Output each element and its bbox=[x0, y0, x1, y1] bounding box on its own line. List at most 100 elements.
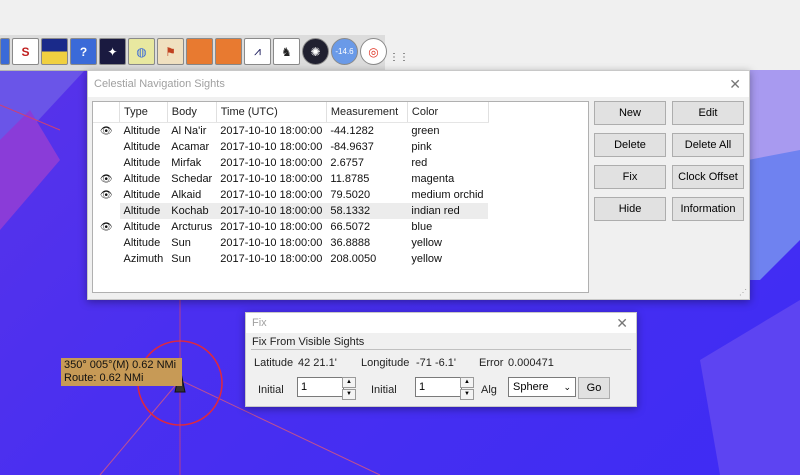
column-header-body[interactable]: Body bbox=[167, 102, 217, 123]
type-cell: Altitude bbox=[123, 221, 161, 233]
body-cell: Alkaid bbox=[171, 189, 202, 201]
longitude-value: -71 -6.1' bbox=[416, 357, 457, 369]
window-titlebar[interactable]: Celestial Navigation Sights ✕ bbox=[88, 71, 749, 97]
lifebuoy-icon[interactable]: ◎ bbox=[360, 38, 387, 65]
body-cell: Sun bbox=[171, 253, 191, 265]
visibility-cell: 👁 bbox=[93, 171, 120, 187]
sights-list[interactable]: Type Body Time (UTC) Measurement Color 👁… bbox=[92, 101, 589, 293]
color-cell: green bbox=[411, 125, 440, 137]
chart-deep-area bbox=[700, 300, 800, 475]
column-header-visibility[interactable] bbox=[93, 102, 120, 123]
sight-row[interactable]: 👁 Altitude Alkaid 2017-10-10 18:00:00 79.502… bbox=[93, 187, 488, 203]
stepper-up-icon[interactable]: ▲ bbox=[342, 377, 356, 388]
type-cell: Altitude bbox=[123, 125, 161, 137]
measurement-cell: 208.0050 bbox=[330, 253, 377, 265]
cursor-icon[interactable]: ⚑ bbox=[157, 38, 184, 65]
new-button[interactable]: New bbox=[594, 101, 666, 125]
hide-button[interactable]: Hide bbox=[594, 197, 666, 221]
latitude-label: Latitude bbox=[254, 357, 294, 369]
stepper-down-icon[interactable]: ▼ bbox=[460, 389, 474, 400]
visibility-cell bbox=[93, 251, 120, 267]
body-cell: Mirfak bbox=[171, 157, 202, 169]
folder2-icon[interactable] bbox=[215, 38, 242, 65]
gauge-icon[interactable]: -14.6 bbox=[331, 38, 358, 65]
time-cell: 2017-10-10 18:00:00 bbox=[220, 141, 323, 153]
route-s-icon[interactable]: S bbox=[12, 38, 39, 65]
stepper-up-icon[interactable]: ▲ bbox=[460, 377, 474, 388]
compass-icon[interactable]: ✺ bbox=[302, 38, 329, 65]
eye-icon[interactable]: 👁 bbox=[100, 126, 113, 137]
initial-lon-label: Initial bbox=[371, 384, 397, 396]
stepper-arrows: ▲ ▼ bbox=[342, 377, 356, 400]
body-cell: Sun bbox=[171, 237, 191, 249]
sight-row[interactable]: Altitude Acamar 2017-10-10 18:00:00 -84.963… bbox=[93, 139, 488, 155]
initial-lat-field[interactable]: 1 bbox=[297, 377, 344, 397]
fix-group-title: Fix From Visible Sights bbox=[252, 336, 365, 348]
time-cell: 2017-10-10 18:00:00 bbox=[220, 189, 323, 201]
measurement-cell: 11.8785 bbox=[330, 173, 370, 185]
sight-row[interactable]: Altitude Mirfak 2017-10-10 18:00:00 2.6757 r… bbox=[93, 155, 488, 171]
alg-select-value: Sphere bbox=[513, 381, 549, 393]
route-icon[interactable] bbox=[0, 38, 10, 65]
error-label: Error bbox=[479, 357, 504, 369]
toolbar-overflow[interactable]: ⋮⋮ bbox=[389, 38, 409, 63]
resize-grip-icon[interactable]: ⋰ bbox=[739, 288, 747, 297]
sky-icon[interactable]: ✦ bbox=[99, 38, 126, 65]
visibility-cell bbox=[93, 235, 120, 251]
window-body: Type Body Time (UTC) Measurement Color 👁… bbox=[88, 97, 749, 299]
delete-button[interactable]: Delete bbox=[594, 133, 666, 157]
delete-all-button[interactable]: Delete All bbox=[672, 133, 744, 157]
eye-icon[interactable]: 👁 bbox=[100, 174, 113, 185]
table-header-row: Type Body Time (UTC) Measurement Color bbox=[93, 102, 489, 123]
measurement-cell: 36.8888 bbox=[330, 237, 371, 249]
measurement-cell: -84.9637 bbox=[330, 141, 374, 153]
column-header-color[interactable]: Color bbox=[407, 102, 489, 123]
sight-row[interactable]: Azimuth Sun 2017-10-10 18:00:00 208.0050 yel… bbox=[93, 251, 488, 267]
stars-icon[interactable]: ◍ bbox=[128, 38, 155, 65]
column-header-type[interactable]: Type bbox=[119, 102, 168, 123]
sight-row[interactable]: 👁 Altitude Al Na'ir 2017-10-10 18:00:00 -44.… bbox=[93, 123, 488, 140]
measurement-cell: 79.5020 bbox=[330, 189, 371, 201]
close-icon[interactable]: ✕ bbox=[729, 71, 741, 97]
chevron-down-icon: ⌄ bbox=[563, 382, 571, 392]
sight-row[interactable]: Altitude Kochab 2017-10-10 18:00:00 58.1332… bbox=[93, 203, 489, 219]
visibility-cell: 👁 bbox=[93, 123, 120, 140]
sight-row[interactable]: 👁 Altitude Arcturus 2017-10-10 18:00:00 66.5… bbox=[93, 219, 488, 235]
visibility-cell bbox=[93, 203, 120, 219]
help-icon[interactable]: ? bbox=[70, 38, 97, 65]
clock-offset-button[interactable]: Clock Offset bbox=[672, 165, 744, 189]
edit-button[interactable]: Edit bbox=[672, 101, 744, 125]
window-titlebar[interactable]: Fix ✕ bbox=[246, 313, 636, 333]
information-button[interactable]: Information bbox=[672, 197, 744, 221]
column-header-measurement[interactable]: Measurement bbox=[326, 102, 408, 123]
body-cell: Schedar bbox=[171, 173, 213, 185]
time-cell: 2017-10-10 18:00:00 bbox=[220, 253, 323, 265]
measurement-cell: 2.6757 bbox=[330, 157, 365, 169]
measurement-cell: 66.5072 bbox=[330, 221, 371, 233]
type-cell: Altitude bbox=[123, 173, 161, 185]
sights-icon[interactable]: ⩘ bbox=[244, 38, 271, 65]
folder-icon[interactable] bbox=[186, 38, 213, 65]
initial-lat-stepper: 1 ▲ ▼ bbox=[297, 377, 356, 400]
initial-lon-field[interactable]: 1 bbox=[415, 377, 462, 397]
alg-select[interactable]: Sphere ⌄ bbox=[508, 377, 576, 397]
color-cell: pink bbox=[411, 141, 432, 153]
initial-lon-stepper: 1 ▲ ▼ bbox=[415, 377, 474, 400]
eye-icon[interactable]: 👁 bbox=[100, 222, 113, 233]
sight-row[interactable]: 👁 Altitude Schedar 2017-10-10 18:00:00 11.87… bbox=[93, 171, 488, 187]
sight-row[interactable]: Altitude Sun 2017-10-10 18:00:00 36.8888 yel… bbox=[93, 235, 488, 251]
column-header-time[interactable]: Time (UTC) bbox=[216, 102, 327, 123]
fix-button[interactable]: Fix bbox=[594, 165, 666, 189]
color-cell: yellow bbox=[411, 237, 442, 249]
route-info-box: 350° 005°(M) 0.62 NMi Route: 0.62 NMi bbox=[61, 358, 182, 386]
go-button[interactable]: Go bbox=[578, 377, 610, 399]
visibility-cell: 👁 bbox=[93, 187, 120, 203]
time-cell: 2017-10-10 18:00:00 bbox=[220, 173, 323, 185]
close-icon[interactable]: ✕ bbox=[616, 313, 628, 333]
chart-icon[interactable] bbox=[41, 38, 68, 65]
eye-icon[interactable]: 👁 bbox=[100, 190, 113, 201]
visibility-cell bbox=[93, 155, 120, 171]
stepper-down-icon[interactable]: ▼ bbox=[342, 389, 356, 400]
dog-icon[interactable]: ♞ bbox=[273, 38, 300, 65]
initial-lat-label: Initial bbox=[258, 384, 284, 396]
